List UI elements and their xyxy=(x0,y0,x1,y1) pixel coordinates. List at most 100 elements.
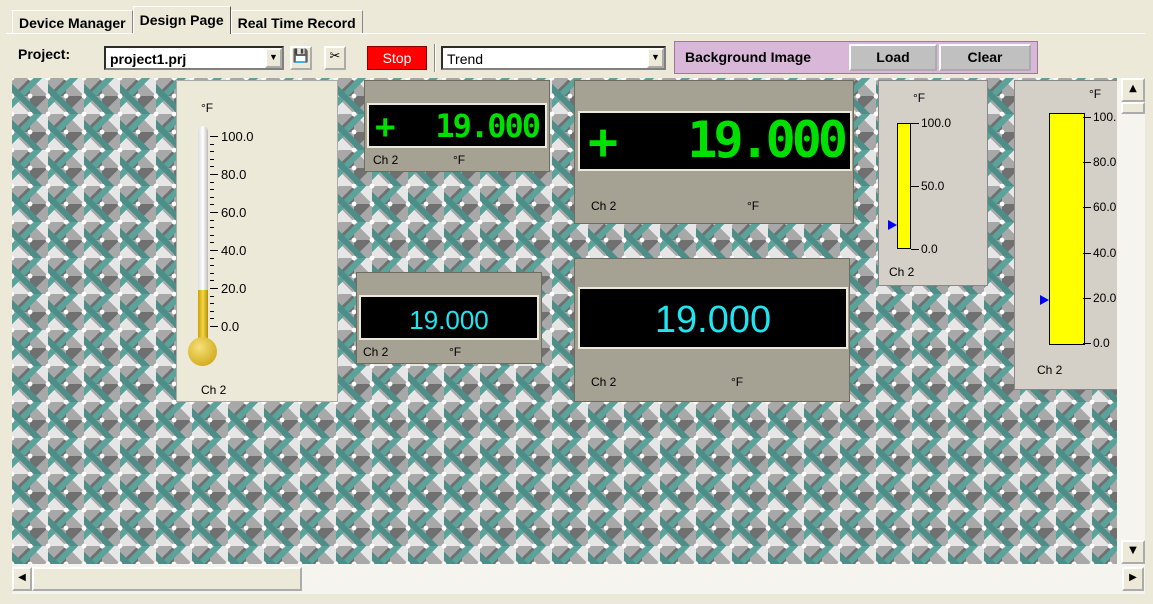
bar-tick xyxy=(911,186,919,187)
bar-tick xyxy=(1083,117,1091,118)
digital-screen: 19.000 xyxy=(359,295,539,340)
thermo-minor-tick xyxy=(210,280,214,282)
digital-unit: °F xyxy=(449,345,462,359)
bar-tick xyxy=(1083,207,1091,209)
mode-value: Trend xyxy=(447,51,484,67)
thermo-minor-tick xyxy=(210,265,214,267)
scroll-up-icon[interactable]: ▲ xyxy=(1121,78,1145,102)
digital-value: 19.000 xyxy=(409,305,489,335)
led-screen: + 19.000 xyxy=(367,103,547,148)
bar-tick xyxy=(911,123,919,124)
floppy-disk-icon[interactable]: 💾 xyxy=(290,46,312,70)
project-label: Project: xyxy=(18,46,71,62)
thermo-minor-tick xyxy=(210,318,214,320)
thermo-tick-label: 100.0 xyxy=(221,129,254,144)
tab-real-time-record[interactable]: Real Time Record xyxy=(230,10,363,34)
thermo-tick xyxy=(210,288,218,289)
led-display-large[interactable]: + 19.000 Ch 2 °F xyxy=(574,80,854,224)
background-image-label: Background Image xyxy=(685,49,812,65)
led-unit: °F xyxy=(747,199,760,213)
thermo-tick xyxy=(210,326,218,327)
thermo-tick xyxy=(210,136,218,137)
separator xyxy=(434,44,436,72)
thermo-tick xyxy=(210,174,218,175)
thermo-tick-label: 40.0 xyxy=(221,243,247,258)
thermo-channel: Ch 2 xyxy=(201,383,227,397)
thermo-minor-tick xyxy=(210,158,214,160)
thermo-bulb xyxy=(188,337,217,366)
project-value: project1.prj xyxy=(110,51,187,67)
thermo-minor-tick xyxy=(210,166,214,168)
stop-button[interactable]: Stop xyxy=(367,46,427,70)
digital-display-large[interactable]: 19.000 Ch 2 °F xyxy=(574,258,850,402)
bar-tick xyxy=(1083,162,1091,164)
tab-device-manager[interactable]: Device Manager xyxy=(12,10,133,34)
thermo-minor-tick xyxy=(210,151,214,153)
led-screen: + 19.000 xyxy=(578,111,852,171)
scroll-thumb[interactable] xyxy=(1121,102,1145,114)
thermo-tick xyxy=(210,212,218,213)
thermo-minor-tick xyxy=(210,257,214,259)
scroll-thumb[interactable] xyxy=(32,567,302,591)
mode-select[interactable]: Trend ▼ xyxy=(441,46,666,70)
bar-tick xyxy=(911,249,919,250)
bar-tick-label: 20.0 xyxy=(1093,290,1117,305)
bar-gauge-large[interactable]: °F 100. 80.0 60.0 40.0 20.0 0.0 Ch 2 xyxy=(1014,80,1117,390)
thermo-minor-tick xyxy=(210,234,214,236)
chevron-down-icon[interactable]: ▼ xyxy=(265,48,282,68)
scroll-left-icon[interactable]: ◀ xyxy=(12,567,32,591)
bar-fill xyxy=(897,123,911,249)
thermometer-widget[interactable]: °F 100.0 80.0 60.0 40.0 20.0 0.0 Ch 2 xyxy=(176,80,338,402)
toolbar: Project: project1.prj ▼ 💾 ✂ Stop Trend ▼… xyxy=(6,34,1146,74)
bar-tick-label: 40.0 xyxy=(1093,245,1117,260)
thermo-tick xyxy=(210,250,218,251)
thermo-minor-tick xyxy=(210,204,214,206)
led-channel: Ch 2 xyxy=(591,199,617,213)
led-unit: °F xyxy=(453,153,466,167)
scroll-down-icon[interactable]: ▼ xyxy=(1121,540,1145,564)
thermo-minor-tick xyxy=(210,272,214,274)
led-sign: + xyxy=(588,113,619,171)
thermo-minor-tick xyxy=(210,303,214,305)
thermo-minor-tick xyxy=(210,181,214,183)
thermo-minor-tick xyxy=(210,227,214,229)
bar-tick xyxy=(1083,343,1091,344)
chevron-down-icon[interactable]: ▼ xyxy=(647,48,664,68)
scroll-right-icon[interactable]: ▶ xyxy=(1122,567,1144,591)
scissors-icon[interactable]: ✂ xyxy=(324,46,346,70)
horizontal-scrollbar[interactable]: ◀ ▶ xyxy=(12,564,1145,594)
led-display-small[interactable]: + 19.000 Ch 2 °F xyxy=(364,80,550,172)
led-value: 19.000 xyxy=(435,107,541,145)
design-canvas[interactable]: °F 100.0 80.0 60.0 40.0 20.0 0.0 Ch 2 + 19.00… xyxy=(12,78,1117,564)
thermo-tick-label: 80.0 xyxy=(221,167,247,182)
bar-tick-label: 50.0 xyxy=(921,179,945,193)
bar-gauge-small[interactable]: °F 100.0 50.0 0.0 Ch 2 xyxy=(878,80,988,286)
thermo-minor-tick xyxy=(210,219,214,221)
tab-design-page[interactable]: Design Page xyxy=(132,6,231,34)
digital-screen: 19.000 xyxy=(578,287,848,349)
thermo-minor-tick xyxy=(210,189,214,191)
bar-tick xyxy=(1083,297,1091,299)
bar-fill xyxy=(1049,113,1085,345)
bar-channel: Ch 2 xyxy=(1037,363,1063,377)
bar-tick xyxy=(1083,252,1091,254)
thermo-tick-label: 0.0 xyxy=(221,319,240,334)
load-button[interactable]: Load xyxy=(849,44,937,71)
background-image-group: Background Image Load Clear xyxy=(674,41,1038,74)
bar-tick-label: 0.0 xyxy=(1093,336,1110,350)
bar-tick-label: 100. xyxy=(1093,110,1117,124)
digital-unit: °F xyxy=(731,375,744,389)
vertical-scrollbar[interactable]: ▲ ▼ xyxy=(1117,78,1145,564)
bar-unit: °F xyxy=(913,91,926,105)
tab-strip: Device Manager Design Page Real Time Rec… xyxy=(12,6,363,34)
led-value: 19.000 xyxy=(687,111,848,169)
bar-tick-label: 60.0 xyxy=(1093,200,1117,215)
digital-display-small[interactable]: 19.000 Ch 2 °F xyxy=(356,272,542,364)
led-channel: Ch 2 xyxy=(373,153,399,167)
thermo-tick-label: 60.0 xyxy=(221,205,247,220)
digital-channel: Ch 2 xyxy=(591,375,617,389)
bar-tick-label: 80.0 xyxy=(1093,155,1117,170)
bar-unit: °F xyxy=(1089,87,1102,101)
project-select[interactable]: project1.prj ▼ xyxy=(104,46,284,70)
clear-button[interactable]: Clear xyxy=(939,44,1031,71)
